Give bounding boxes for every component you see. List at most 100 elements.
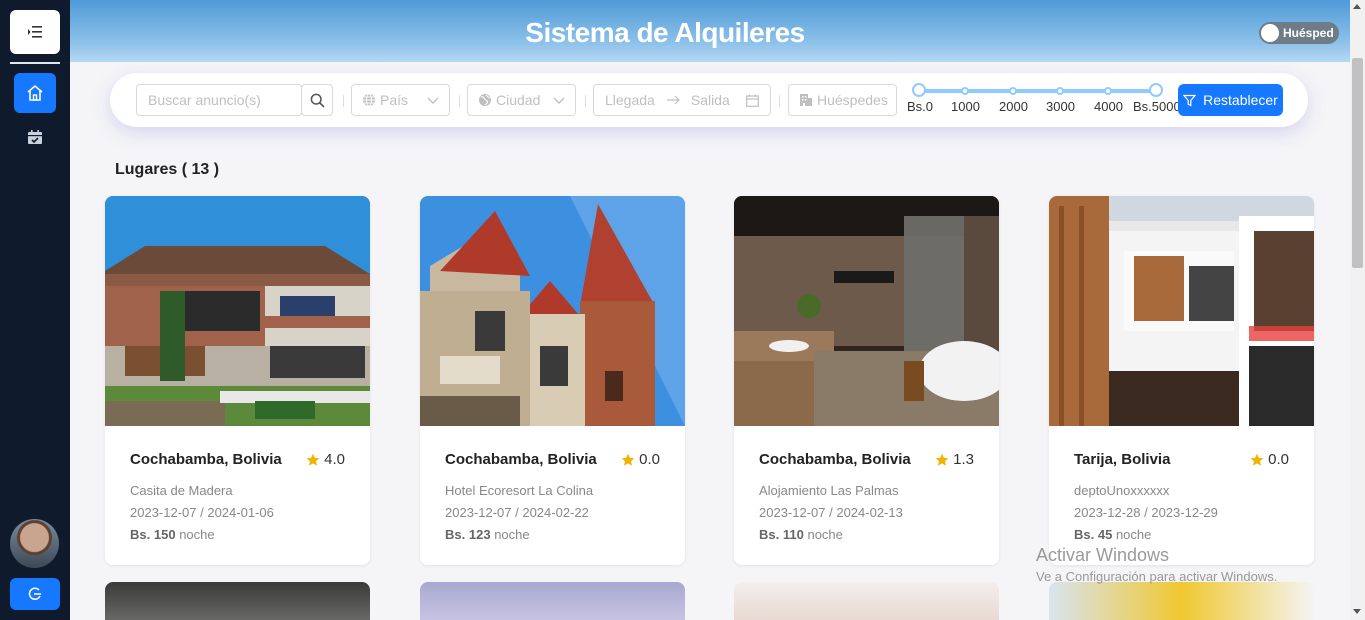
price-slider-dot bbox=[1056, 87, 1064, 95]
reset-filters-label: Restablecer bbox=[1203, 92, 1278, 108]
search-icon bbox=[310, 93, 325, 108]
scroll-down-arrow-icon[interactable] bbox=[1353, 609, 1361, 614]
scroll-thumb[interactable] bbox=[1352, 58, 1363, 268]
calendar-icon bbox=[28, 130, 42, 144]
price-value: 45 bbox=[1097, 527, 1113, 542]
listing-photo bbox=[105, 196, 370, 426]
listing-location: Cochabamba, Bolivia bbox=[445, 451, 597, 468]
role-toggle-label: Huésped bbox=[1283, 26, 1334, 40]
role-toggle[interactable]: Huésped bbox=[1259, 22, 1339, 44]
price-mark: 1000 bbox=[951, 99, 980, 114]
arrow-right-icon bbox=[666, 95, 680, 105]
price-slider-track[interactable] bbox=[919, 89, 1156, 93]
sidebar-item-bookings[interactable] bbox=[14, 118, 56, 156]
price-unit: noche bbox=[494, 527, 530, 542]
listing-location: Tarija, Bolivia bbox=[1074, 451, 1171, 468]
listing-card[interactable] bbox=[734, 582, 999, 620]
scrollbar[interactable] bbox=[1350, 0, 1365, 620]
listing-photo bbox=[734, 196, 999, 426]
price-value: 150 bbox=[153, 527, 176, 542]
listing-card[interactable] bbox=[105, 582, 370, 620]
price-mark: Bs.5000 bbox=[1133, 99, 1181, 114]
listing-photo bbox=[420, 196, 685, 426]
sidebar-item-home[interactable] bbox=[14, 73, 56, 113]
listing-dates: 2023-12-28 / 2023-12-29 bbox=[1074, 505, 1218, 520]
listing-rating: 0.0 bbox=[621, 451, 660, 468]
listing-name: Hotel Ecoresort La Colina bbox=[445, 483, 594, 498]
calendar-icon bbox=[746, 94, 759, 107]
logout-icon bbox=[28, 587, 41, 600]
menu-toggle-button[interactable] bbox=[10, 10, 60, 54]
rating-value: 0.0 bbox=[1268, 451, 1289, 468]
divider bbox=[459, 95, 460, 107]
price-slider-dot bbox=[1009, 87, 1017, 95]
listing-card[interactable] bbox=[1049, 582, 1314, 620]
country-placeholder: País bbox=[380, 92, 409, 108]
search-input[interactable]: Buscar anuncio(s) bbox=[136, 84, 302, 116]
price-mark: 4000 bbox=[1094, 99, 1123, 114]
listing-location: Cochabamba, Bolivia bbox=[130, 451, 282, 468]
building-icon bbox=[800, 94, 812, 106]
listing-price: Bs. 45 noche bbox=[1074, 527, 1151, 542]
scroll-up-arrow-icon[interactable] bbox=[1353, 4, 1361, 9]
price-mark: Bs.0 bbox=[907, 99, 934, 114]
listing-dates: 2023-12-07 / 2024-01-06 bbox=[130, 505, 274, 520]
avatar[interactable] bbox=[10, 519, 59, 568]
menu-fold-icon bbox=[28, 26, 42, 38]
logout-button[interactable] bbox=[10, 578, 60, 610]
home-icon bbox=[27, 84, 43, 101]
activation-watermark-title: Activar Windows bbox=[1036, 545, 1170, 565]
sidebar bbox=[0, 0, 70, 620]
toggle-knob bbox=[1261, 24, 1279, 42]
star-icon bbox=[935, 453, 949, 466]
search-button[interactable] bbox=[301, 84, 333, 116]
price-mark: 3000 bbox=[1046, 99, 1075, 114]
globe-icon bbox=[363, 93, 375, 107]
star-icon bbox=[1250, 453, 1264, 466]
date-range-picker[interactable]: Llegada Salida bbox=[593, 84, 771, 116]
price-currency: Bs. bbox=[130, 527, 151, 542]
listing-card[interactable]: Cochabamba, Bolivia 1.3 Alojamiento Las … bbox=[734, 196, 999, 565]
globe-icon bbox=[479, 94, 491, 106]
price-value: 110 bbox=[782, 527, 804, 542]
filter-icon bbox=[1183, 94, 1197, 106]
price-currency: Bs. bbox=[1074, 527, 1095, 542]
rating-value: 1.3 bbox=[953, 451, 974, 468]
price-currency: Bs. bbox=[759, 527, 780, 542]
listing-rating: 1.3 bbox=[935, 451, 974, 468]
sidebar-divider bbox=[10, 62, 60, 64]
listing-location: Cochabamba, Bolivia bbox=[759, 451, 911, 468]
star-icon bbox=[621, 453, 635, 466]
listing-card[interactable] bbox=[420, 582, 685, 620]
guests-input[interactable]: Huéspedes bbox=[788, 84, 897, 116]
price-slider-min-handle[interactable] bbox=[912, 83, 926, 97]
price-slider-dot bbox=[961, 87, 969, 95]
price-unit: noche bbox=[179, 527, 215, 542]
listing-card[interactable]: Cochabamba, Bolivia 4.0 Casita de Madera… bbox=[105, 196, 370, 565]
listing-price: Bs. 150 noche bbox=[130, 527, 215, 542]
listing-card[interactable]: Cochabamba, Bolivia 0.0 Hotel Ecoresort … bbox=[420, 196, 685, 565]
activation-watermark-subtitle: Ve a Configuración para activar Windows. bbox=[1036, 569, 1278, 584]
city-placeholder: Ciudad bbox=[496, 92, 541, 108]
price-mark: 2000 bbox=[999, 99, 1028, 114]
country-select[interactable]: País bbox=[351, 84, 450, 116]
rating-value: 0.0 bbox=[639, 451, 660, 468]
reset-filters-button[interactable]: Restablecer bbox=[1178, 84, 1283, 116]
divider bbox=[343, 95, 344, 107]
star-icon bbox=[306, 453, 320, 466]
city-select[interactable]: Ciudad bbox=[467, 84, 576, 116]
listing-photo bbox=[1049, 196, 1314, 426]
top-header: Sistema de Alquileres Huésped bbox=[70, 0, 1350, 62]
listing-dates: 2023-12-07 / 2024-02-22 bbox=[445, 505, 589, 520]
places-heading: Lugares ( 13 ) bbox=[115, 161, 220, 178]
listing-rating: 4.0 bbox=[306, 451, 345, 468]
guests-placeholder: Huéspedes bbox=[817, 92, 888, 108]
price-slider-max-handle[interactable] bbox=[1149, 83, 1163, 97]
chevron-down-icon bbox=[427, 97, 439, 104]
listing-rating: 0.0 bbox=[1250, 451, 1289, 468]
listing-price: Bs. 110 noche bbox=[759, 527, 843, 542]
listing-name: Casita de Madera bbox=[130, 483, 233, 498]
page-title: Sistema de Alquileres bbox=[525, 17, 805, 48]
listing-card[interactable]: Tarija, Bolivia 0.0 deptoUnoxxxxxx 2023-… bbox=[1049, 196, 1314, 565]
price-unit: noche bbox=[807, 527, 843, 542]
